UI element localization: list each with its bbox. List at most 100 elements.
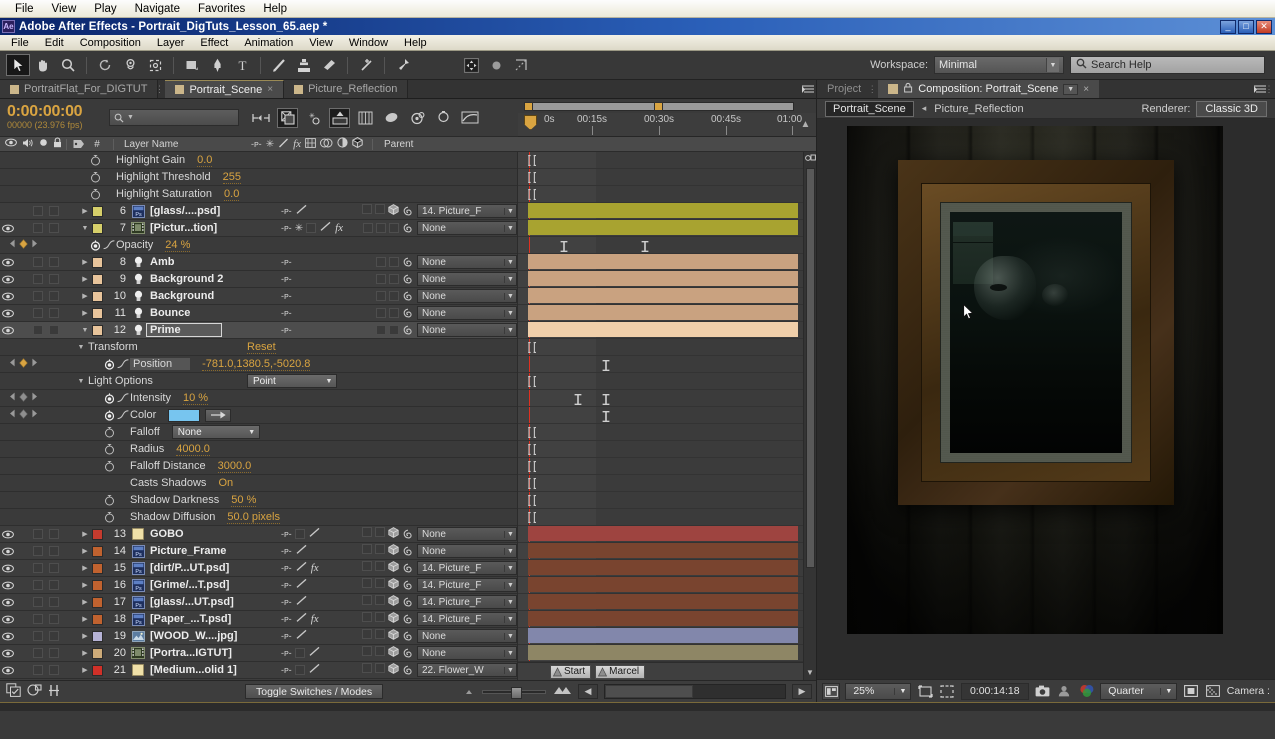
zoom-slider-knob[interactable]: [511, 686, 522, 699]
expand-triangle-21[interactable]: ▶: [78, 666, 92, 674]
expand-triangle[interactable]: ▼: [74, 344, 88, 351]
layer-name-16[interactable]: [Grime/...T.psd]: [146, 579, 277, 591]
switch-box[interactable]: [49, 597, 59, 607]
video-toggle-10[interactable]: [0, 292, 15, 301]
property-row-highlight-saturation[interactable]: Highlight Saturation 0.0: [0, 186, 517, 203]
switch-box[interactable]: [376, 274, 386, 284]
property-value[interactable]: -781.0,1380.5,-5020.8: [202, 358, 311, 371]
lock-toggle-7[interactable]: [46, 223, 62, 233]
solo-toggle-9[interactable]: [30, 274, 46, 284]
parent-pick-whip-9[interactable]: [399, 273, 417, 285]
solo-toggle-11[interactable]: [30, 308, 46, 318]
switch-box[interactable]: [375, 612, 385, 622]
solo-toggle-13[interactable]: [30, 529, 46, 539]
time-ruler[interactable]: 0s 00:15s 00:30s 00:45s 01:00: [518, 113, 816, 137]
current-time-indicator[interactable]: [524, 115, 537, 130]
switch-box[interactable]: [49, 257, 59, 267]
tab-portraitflat-for-digtut[interactable]: PortraitFlat_For_DIGTUT: [0, 80, 159, 98]
property-value[interactable]: 50.0 pixels: [227, 511, 280, 524]
expand-triangle-20[interactable]: ▶: [78, 649, 92, 657]
switch-box[interactable]: [49, 529, 59, 539]
3d-layer-icon[interactable]: [388, 561, 399, 575]
label-color-20[interactable]: [92, 647, 106, 659]
3d-layer-icon[interactable]: [388, 527, 399, 541]
viewer-current-time[interactable]: 0:00:14:18: [960, 682, 1029, 700]
parent-dropdown-13[interactable]: None ▼: [417, 527, 517, 541]
zoom-tool[interactable]: [56, 54, 80, 76]
magnification-dropdown[interactable]: 25% ▼: [845, 682, 912, 700]
property-row-opacity[interactable]: Opacity 24 %: [0, 237, 517, 254]
timeline-track-row[interactable]: [518, 288, 803, 305]
switch-box[interactable]: [362, 663, 372, 673]
region-of-interest-icon[interactable]: [916, 683, 933, 700]
switch-box[interactable]: [49, 614, 59, 624]
switch-box[interactable]: [33, 257, 43, 267]
layer-row-15[interactable]: ▶ 15 Ps [dirt/P...UT.psd] -ᴘ-fx 14. Picture_F…: [0, 560, 517, 577]
layer-duration-bar[interactable]: [528, 560, 798, 575]
motion-graph-button[interactable]: [459, 108, 480, 128]
property-group-transform[interactable]: ▼ Transform Reset: [0, 339, 517, 356]
menu-file[interactable]: File: [3, 36, 37, 50]
view-selector-label[interactable]: Camera :: [1227, 685, 1270, 697]
hide-shy-layers-button[interactable]: ✳: [303, 108, 324, 128]
graph-editor-button[interactable]: [433, 108, 454, 128]
video-toggle-9[interactable]: [0, 275, 15, 284]
parent-pick-icon[interactable]: -ᴘ-: [281, 274, 292, 284]
eraser-tool[interactable]: [317, 54, 341, 76]
switch-box[interactable]: [362, 629, 372, 639]
parent-dropdown-20[interactable]: None ▼: [417, 646, 517, 660]
timeline-track-row[interactable]: [518, 543, 803, 560]
keyframe-marker[interactable]: [602, 410, 610, 423]
layer-row-8[interactable]: ▶ 8 Amb -ᴘ- None ▼: [0, 254, 517, 271]
timeline-scroll-up-icon[interactable]: ▲: [797, 113, 814, 135]
parent-dropdown-18[interactable]: 14. Picture_F ▼: [417, 612, 517, 626]
os-menu-favorites[interactable]: Favorites: [189, 2, 254, 16]
switch-box[interactable]: [362, 544, 372, 554]
timeline-track-row[interactable]: [518, 271, 803, 288]
switch-box[interactable]: [33, 580, 43, 590]
timeline-track-row[interactable]: [518, 373, 803, 390]
scrollbar-thumb[interactable]: [605, 685, 693, 698]
draft-3d-button[interactable]: [277, 107, 298, 128]
stopwatch-icon[interactable]: [88, 171, 102, 183]
stopwatch-icon[interactable]: [102, 511, 116, 523]
motion-blur-toggle-button[interactable]: [48, 684, 60, 700]
orbit-camera-tool[interactable]: [118, 54, 142, 76]
property-graph-icon[interactable]: [116, 393, 130, 403]
expand-triangle-11[interactable]: ▶: [78, 309, 92, 317]
menu-view[interactable]: View: [301, 36, 341, 50]
fx-icon[interactable]: fx: [311, 613, 319, 625]
switch-box[interactable]: [49, 274, 59, 284]
switch-box[interactable]: [33, 546, 43, 556]
work-area-start-handle[interactable]: [524, 102, 533, 111]
close-icon[interactable]: ×: [267, 84, 273, 95]
timeline-track-row[interactable]: [518, 594, 803, 611]
switch-box[interactable]: [376, 325, 386, 335]
lock-icon[interactable]: [903, 82, 913, 96]
property-row-highlight-gain[interactable]: Highlight Gain 0.0: [0, 152, 517, 169]
parent-pick-icon[interactable]: -ᴘ-: [281, 308, 292, 318]
layer-name-11[interactable]: Bounce: [146, 307, 277, 319]
os-menu-view[interactable]: View: [43, 2, 86, 16]
timeline-track-row[interactable]: [518, 526, 803, 543]
parent-pick-whip-12[interactable]: [399, 324, 417, 336]
switch-box[interactable]: [33, 665, 43, 675]
property-row-color[interactable]: Color: [0, 407, 517, 424]
layer-duration-bar[interactable]: [528, 577, 798, 592]
switch-box[interactable]: [294, 648, 305, 658]
lock-toggle-9[interactable]: [46, 274, 62, 284]
panel-menu-icon[interactable]: [800, 80, 816, 98]
shape-tool[interactable]: [180, 54, 204, 76]
property-dropdown[interactable]: None ▼: [171, 425, 260, 439]
switch-box[interactable]: [49, 223, 59, 233]
property-value[interactable]: 10 %: [182, 392, 209, 405]
stopwatch-icon[interactable]: [102, 494, 116, 506]
enable-motion-blur-button[interactable]: [355, 108, 376, 128]
layer-name-10[interactable]: Background: [146, 290, 277, 302]
tab-composition-portrait-scene[interactable]: Composition: Portrait_Scene ▼ ×: [878, 80, 1100, 98]
timeline-vertical-scrollbar[interactable]: ▼: [803, 152, 816, 680]
label-color-12[interactable]: [92, 324, 106, 336]
video-toggle-17[interactable]: [0, 598, 15, 607]
switch-box[interactable]: [375, 561, 385, 571]
show-snapshot-icon[interactable]: [1056, 683, 1073, 700]
